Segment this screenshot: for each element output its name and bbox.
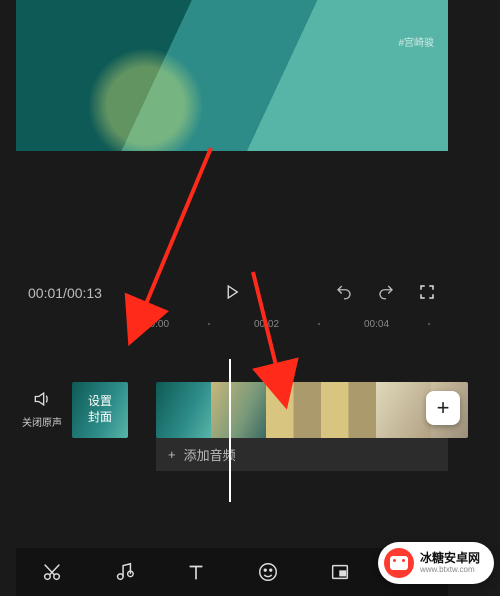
speaker-icon	[22, 389, 62, 412]
ruler-tick: 00:00	[144, 319, 169, 330]
add-clip-button[interactable]: +	[426, 391, 460, 425]
add-audio-label: 添加音频	[184, 445, 236, 464]
clip-track[interactable]	[156, 382, 468, 438]
clip-thumbnail[interactable]	[156, 382, 211, 438]
ruler-dot	[428, 323, 430, 325]
play-button[interactable]	[223, 283, 241, 304]
time-display: 00:01/00:13	[28, 285, 102, 301]
redo-button[interactable]	[376, 283, 396, 304]
preview-letterbox	[16, 151, 448, 271]
audio-tool[interactable]	[104, 561, 144, 583]
clip-thumbnail[interactable]	[211, 382, 266, 438]
clip-thumbnail[interactable]	[376, 382, 431, 438]
ruler-tick: 00:04	[364, 319, 389, 330]
add-audio-button[interactable]: + 添加音频	[156, 437, 448, 471]
mute-label: 关闭原声	[22, 418, 62, 429]
timeline-ruler[interactable]: 00:00 00:02 00:04	[16, 315, 448, 337]
preview-hashtag: #宫崎骏	[398, 34, 434, 49]
ruler-dot	[208, 323, 210, 325]
time-current: 00:01	[28, 285, 63, 301]
playback-controls: 00:01/00:13	[16, 271, 448, 315]
time-total: 00:13	[67, 285, 102, 301]
cut-tool[interactable]	[32, 561, 72, 583]
fullscreen-button[interactable]	[418, 283, 436, 304]
preview-frame	[16, 0, 448, 151]
playhead[interactable]	[229, 359, 231, 502]
set-cover-button[interactable]: 设置 封面	[72, 382, 128, 438]
right-controls	[334, 283, 436, 304]
sticker-tool[interactable]	[248, 561, 288, 583]
ruler-tick: 00:02	[254, 319, 279, 330]
undo-button[interactable]	[334, 283, 354, 304]
plus-icon: +	[437, 395, 450, 421]
effect-tool[interactable]	[392, 561, 432, 583]
set-cover-label: 设置 封面	[88, 394, 112, 425]
mute-original-button[interactable]: 关闭原声	[22, 389, 62, 429]
pip-tool[interactable]	[320, 561, 360, 583]
text-tool[interactable]	[176, 561, 216, 583]
video-preview[interactable]: #宫崎骏	[16, 0, 448, 151]
clip-thumbnail[interactable]	[266, 382, 321, 438]
ruler-dot	[318, 323, 320, 325]
video-editor-app: #宫崎骏 00:01/00:13 00:00 00:02 00:04	[16, 0, 448, 596]
plus-icon: +	[168, 447, 176, 462]
bottom-toolbar	[16, 548, 448, 596]
clip-thumbnail[interactable]	[321, 382, 376, 438]
timeline: 关闭原声 设置 封面 +	[16, 337, 448, 432]
